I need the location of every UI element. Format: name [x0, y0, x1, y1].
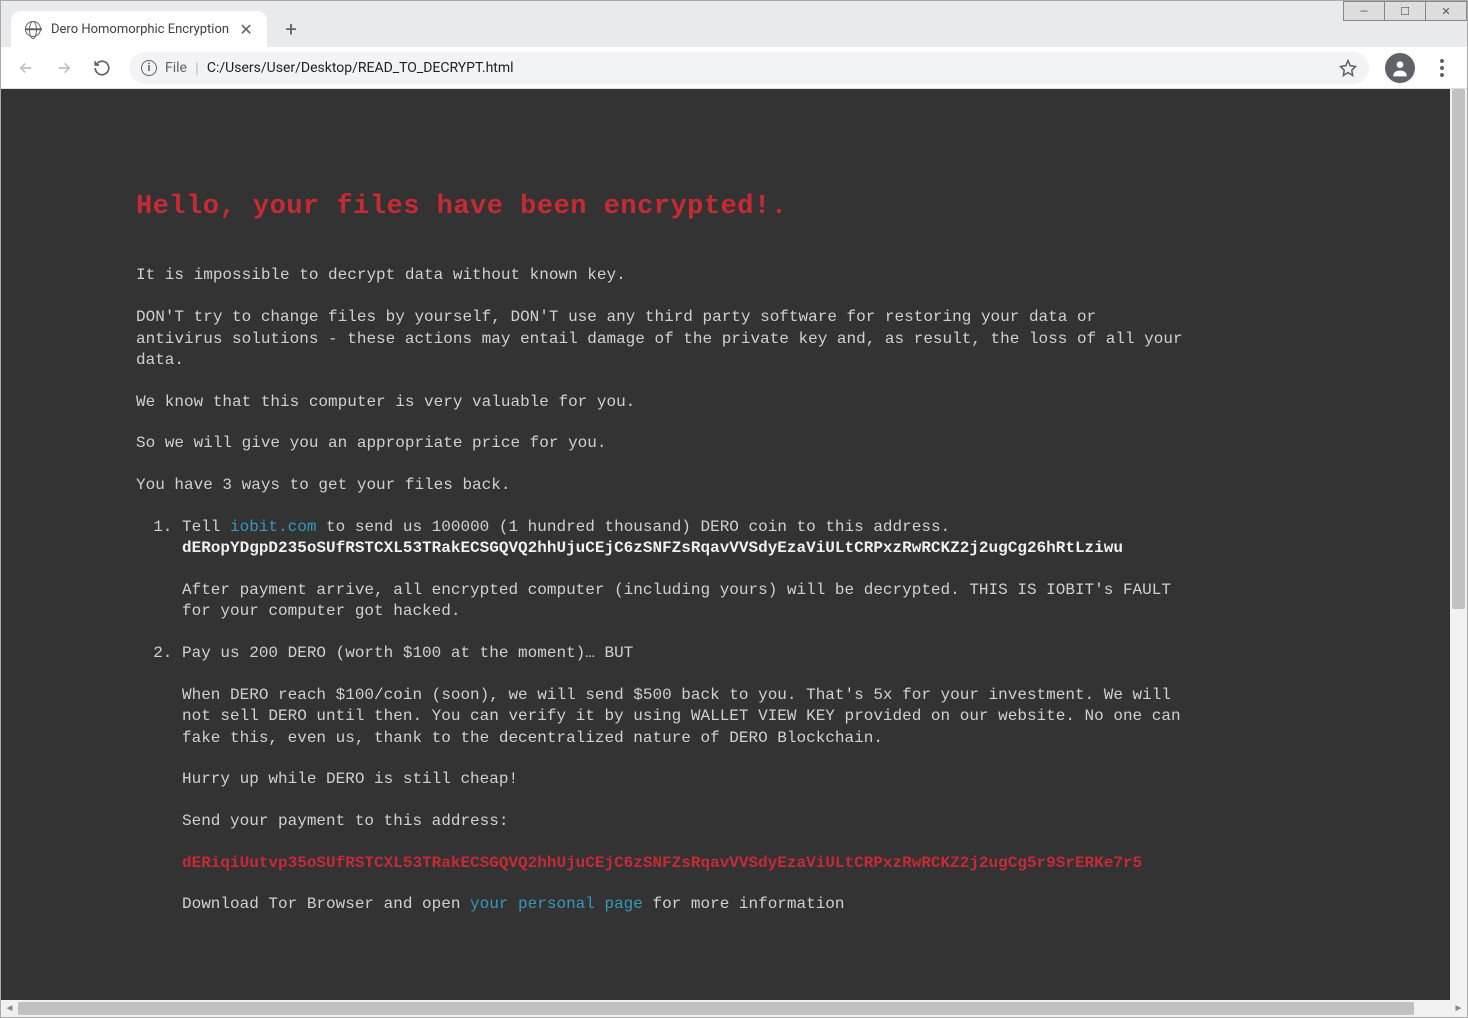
dero-address-1: dERopYDgpD235oSUfRSTCXL53TRakECSGQVQ2hhU… — [182, 539, 1123, 557]
ransom-note: Hello, your files have been encrypted!. … — [136, 189, 1186, 916]
profile-button[interactable] — [1385, 53, 1415, 83]
user-icon — [1390, 58, 1410, 78]
ransom-text: So we will give you an appropriate price… — [136, 433, 1186, 455]
personal-page-link[interactable]: your personal page — [470, 895, 643, 913]
iobit-link[interactable]: iobit.com — [230, 518, 316, 536]
reload-button[interactable] — [85, 51, 119, 85]
horizontal-scrollbar-thumb[interactable] — [18, 1002, 1414, 1015]
scroll-left-arrow-icon[interactable]: ◄ — [1, 1000, 18, 1017]
ransom-options-list: Tell iobit.com to send us 100000 (1 hund… — [136, 517, 1186, 916]
dero-address-2: dERiqiUutvp35oSUfRSTCXL53TRakECSGQVQ2hhU… — [182, 853, 1186, 875]
ransom-text: Download Tor Browser and open your perso… — [182, 894, 1186, 916]
bookmark-star-icon[interactable] — [1339, 59, 1357, 77]
scroll-right-arrow-icon[interactable]: ► — [1450, 1000, 1467, 1017]
info-icon[interactable]: i — [141, 60, 157, 76]
reload-icon — [93, 59, 111, 77]
new-tab-button[interactable]: + — [277, 15, 305, 43]
vertical-scrollbar[interactable] — [1450, 89, 1467, 1000]
list-item: Pay us 200 DERO (worth $100 at the momen… — [182, 643, 1186, 916]
address-bar[interactable]: i File | C:/Users/User/Desktop/READ_TO_D… — [129, 52, 1369, 84]
dot-icon — [1440, 73, 1444, 77]
ransom-text: After payment arrive, all encrypted comp… — [182, 580, 1186, 623]
forward-button[interactable] — [47, 51, 81, 85]
browser-tab[interactable]: Dero Homomorphic Encryption ✕ — [11, 11, 267, 47]
menu-button[interactable] — [1425, 51, 1459, 85]
close-window-button[interactable]: ✕ — [1425, 1, 1467, 21]
ransom-text: It is impossible to decrypt data without… — [136, 265, 1186, 287]
ransom-text: DON'T try to change files by yourself, D… — [136, 307, 1186, 372]
tab-title: Dero Homomorphic Encryption — [51, 22, 229, 37]
ransom-text: When DERO reach $100/coin (soon), we wil… — [182, 685, 1186, 750]
vertical-scrollbar-thumb[interactable] — [1452, 89, 1465, 609]
arrow-left-icon — [17, 59, 35, 77]
back-button[interactable] — [9, 51, 43, 85]
address-separator: | — [195, 58, 199, 77]
address-scheme-label: File — [165, 60, 187, 76]
globe-icon — [25, 21, 41, 37]
viewport: Hello, your files have been encrypted!. … — [1, 89, 1467, 1017]
dot-icon — [1440, 59, 1444, 63]
minimize-button[interactable]: — — [1343, 1, 1385, 21]
browser-window: Dero Homomorphic Encryption ✕ + — ☐ ✕ i … — [0, 0, 1468, 1018]
ransom-text: Tell iobit.com to send us 100000 (1 hund… — [182, 517, 1186, 560]
dot-icon — [1440, 66, 1444, 70]
ransom-text: We know that this computer is very valua… — [136, 392, 1186, 414]
list-item: Tell iobit.com to send us 100000 (1 hund… — [182, 517, 1186, 623]
ransom-heading: Hello, your files have been encrypted!. — [136, 189, 1186, 225]
horizontal-scrollbar[interactable]: ◄ ► — [1, 1000, 1467, 1017]
maximize-button[interactable]: ☐ — [1384, 1, 1426, 21]
titlebar: Dero Homomorphic Encryption ✕ + — ☐ ✕ — [1, 1, 1467, 47]
arrow-right-icon — [55, 59, 73, 77]
page-content: Hello, your files have been encrypted!. … — [1, 89, 1450, 1000]
close-tab-button[interactable]: ✕ — [239, 22, 253, 36]
window-controls: — ☐ ✕ — [1344, 1, 1467, 21]
horizontal-scrollbar-track[interactable] — [18, 1000, 1450, 1017]
address-url: C:/Users/User/Desktop/READ_TO_DECRYPT.ht… — [207, 60, 514, 76]
ransom-text: Send your payment to this address: — [182, 811, 1186, 833]
ransom-text: Hurry up while DERO is still cheap! — [182, 769, 1186, 791]
toolbar: i File | C:/Users/User/Desktop/READ_TO_D… — [1, 47, 1467, 89]
ransom-text: You have 3 ways to get your files back. — [136, 475, 1186, 497]
ransom-text: Pay us 200 DERO (worth $100 at the momen… — [182, 643, 1186, 665]
